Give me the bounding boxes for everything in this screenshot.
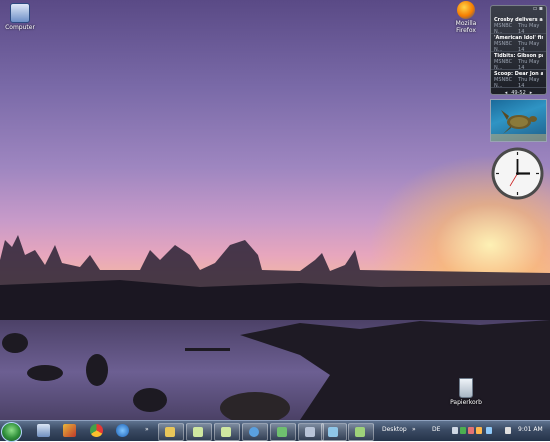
desktop-icon-label: Computer	[5, 24, 35, 31]
start-button[interactable]	[1, 422, 22, 442]
taskbar-button-app[interactable]	[214, 423, 240, 441]
show-desktop-icon[interactable]	[37, 424, 50, 437]
taskbar-button-folder[interactable]	[158, 423, 184, 441]
rss-item[interactable]: 'American Idol' finali... MSNBC N...Thu …	[491, 34, 546, 52]
language-indicator[interactable]: DE	[432, 426, 440, 433]
recycle-bin-icon	[459, 378, 473, 398]
document-icon	[221, 427, 231, 437]
computer-icon	[10, 3, 30, 23]
arrows-icon	[277, 427, 287, 437]
desktop-icon-label: Papierkorb	[450, 399, 482, 406]
slideshow-gadget[interactable]	[490, 99, 547, 142]
desktop-icon-label: Mozilla Firefox	[455, 20, 477, 34]
tray-app-icon[interactable]	[468, 427, 474, 434]
taskbar-button-app[interactable]	[186, 423, 212, 441]
rss-item[interactable]: Tidbits: Gibson paid ... MSNBC N...Thu M…	[491, 52, 546, 70]
system-clock[interactable]: 9:01 AM	[518, 426, 543, 433]
chrome-icon[interactable]	[90, 424, 103, 437]
next-arrow-icon[interactable]: ▸	[530, 90, 533, 96]
monitor-icon	[328, 427, 338, 437]
taskbar-button-app[interactable]	[321, 423, 347, 441]
folder-icon	[165, 427, 175, 437]
clock-gadget[interactable]	[490, 146, 545, 201]
sea-turtle-image	[491, 110, 546, 141]
tray-app-icon[interactable]	[476, 427, 482, 434]
internet-explorer-icon	[249, 427, 259, 437]
desktop-icon-recycle-bin[interactable]: Papierkorb	[446, 378, 486, 406]
settings-icon	[305, 427, 315, 437]
toolbar-overflow-icon[interactable]: »	[412, 426, 416, 433]
quick-launch-overflow-icon[interactable]: »	[145, 426, 149, 433]
rss-feed-gadget[interactable]: ▫ ▪ Crosby delivers as Pe... MSNBC N...T…	[490, 5, 547, 97]
rss-item[interactable]: Crosby delivers as Pe... MSNBC N...Thu M…	[491, 16, 546, 34]
rss-pager: ◂ 49-52 ▸	[491, 88, 546, 97]
taskbar-button-app[interactable]	[242, 423, 268, 441]
network-icon[interactable]	[486, 427, 492, 434]
picture-icon	[355, 427, 365, 437]
internet-explorer-icon[interactable]	[116, 424, 129, 437]
gadget-controls[interactable]: ▫ ▪	[491, 6, 546, 16]
previous-arrow-icon[interactable]: ◂	[505, 90, 508, 96]
rss-item[interactable]: Scoop: Dear Jon and ... MSNBC N...Thu Ma…	[491, 70, 546, 88]
desktop-toolbar-label[interactable]: Desktop	[382, 426, 407, 433]
media-player-icon[interactable]	[63, 424, 76, 437]
rss-pager-label: 49-52	[511, 89, 526, 96]
analog-clock-icon	[491, 147, 544, 200]
desktop-icon-computer[interactable]: Computer	[0, 3, 40, 31]
firefox-icon	[457, 1, 475, 19]
document-icon	[193, 427, 203, 437]
tray-app-icon[interactable]	[460, 427, 466, 434]
tray-chevron-icon[interactable]	[452, 427, 458, 434]
taskbar: » Desktop » DE 9:01 AM	[0, 420, 550, 442]
taskbar-button-app[interactable]	[348, 423, 374, 441]
taskbar-button-app[interactable]	[270, 423, 296, 441]
volume-icon[interactable]	[505, 427, 511, 434]
desktop-icon-firefox[interactable]: Mozilla Firefox	[446, 1, 486, 34]
